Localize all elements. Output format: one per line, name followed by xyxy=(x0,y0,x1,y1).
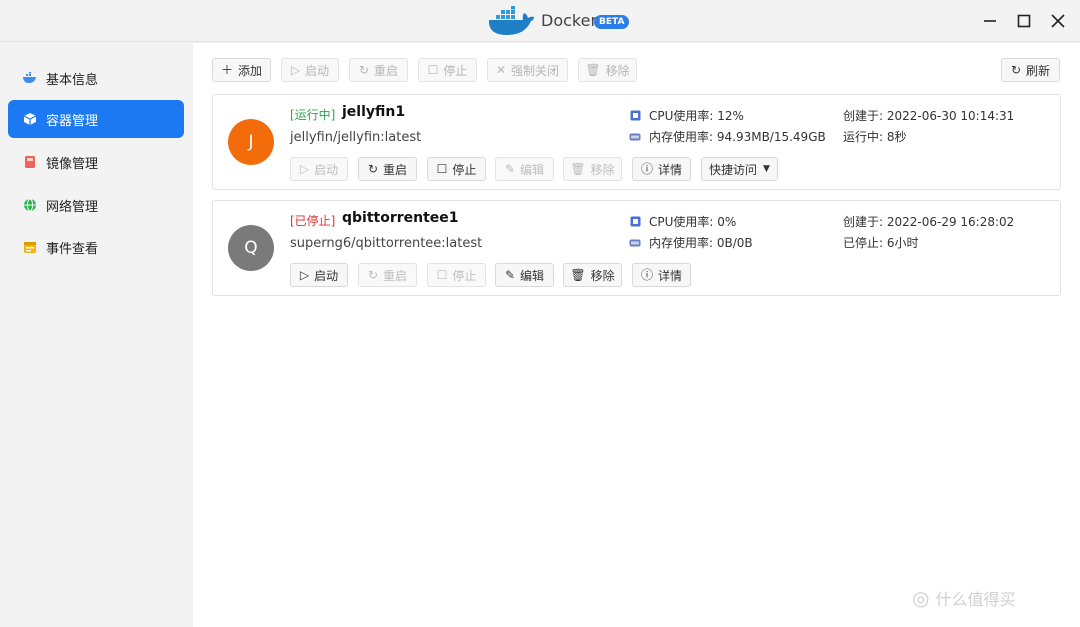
add-button[interactable]: ＋ 添加 xyxy=(212,58,271,82)
avatar: J xyxy=(228,119,274,165)
trash-icon: 🗑 xyxy=(585,63,601,77)
docker-whale-icon xyxy=(23,71,37,85)
memory-icon xyxy=(629,237,641,249)
sidebar: 基本信息 容器管理 镜像管理 网络管理 事件查看 xyxy=(0,43,193,627)
sidebar-item-image-management[interactable]: 镜像管理 xyxy=(8,143,184,181)
close-icon xyxy=(1051,14,1065,28)
created-time: 创建于: 2022-06-30 10:14:31 xyxy=(843,109,1015,123)
start-button[interactable]: ▷ 启动 xyxy=(290,157,348,181)
sidebar-item-label: 事件查看 xyxy=(46,241,99,257)
cpu-icon xyxy=(629,216,641,228)
main-content: ＋ 添加 ▷ 启动 ↻ 重启 ☐ 停止 ✕ 强制关闭 🗑 移除 ↻ 刷新 J [… xyxy=(193,43,1080,627)
status-badge: [运行中] xyxy=(290,108,336,122)
plus-icon: ＋ xyxy=(220,63,233,77)
restart-icon: ↻ xyxy=(367,268,379,282)
container-name[interactable]: jellyfin1 xyxy=(342,104,405,120)
sidebar-item-label: 镜像管理 xyxy=(46,156,99,172)
info-icon: ⓘ xyxy=(640,162,653,176)
cpu-usage: CPU使用率: 0% xyxy=(629,213,736,230)
stop-icon: ☐ xyxy=(436,162,448,176)
restart-all-button[interactable]: ↻ 重启 xyxy=(349,58,408,82)
restart-button[interactable]: ↻ 重启 xyxy=(358,263,417,287)
title-bar: Docker BETA xyxy=(0,0,1080,42)
minimize-button[interactable] xyxy=(978,9,1002,33)
restart-button[interactable]: ↻ 重启 xyxy=(358,157,417,181)
edit-icon: ✎ xyxy=(504,268,516,282)
trash-icon: 🗑 xyxy=(570,162,586,176)
sidebar-item-network-management[interactable]: 网络管理 xyxy=(8,186,184,224)
start-all-button[interactable]: ▷ 启动 xyxy=(281,58,339,82)
sidebar-item-label: 容器管理 xyxy=(46,113,99,129)
image-icon xyxy=(23,155,37,169)
calendar-icon xyxy=(23,240,37,254)
trash-icon: 🗑 xyxy=(570,268,586,282)
sidebar-item-container-management[interactable]: 容器管理 xyxy=(8,100,184,138)
force-close-button[interactable]: ✕ 强制关闭 xyxy=(487,58,568,82)
maximize-button[interactable] xyxy=(1012,9,1036,33)
maximize-icon xyxy=(1017,14,1031,28)
sidebar-item-basic-info[interactable]: 基本信息 xyxy=(8,59,184,97)
edit-button[interactable]: ✎ 编辑 xyxy=(495,157,554,181)
sidebar-item-label: 网络管理 xyxy=(46,199,99,215)
beta-badge: BETA xyxy=(594,15,630,29)
cpu-icon xyxy=(629,110,641,122)
cube-icon xyxy=(23,112,37,126)
minimize-icon xyxy=(984,20,996,22)
details-button[interactable]: ⓘ 详情 xyxy=(632,263,691,287)
stop-icon: ☐ xyxy=(436,268,448,282)
docker-whale-logo xyxy=(489,6,534,35)
remove-button[interactable]: 🗑 移除 xyxy=(563,263,622,287)
globe-icon xyxy=(23,198,37,212)
memory-usage: 内存使用率: 94.93MB/15.49GB xyxy=(629,128,826,145)
memory-usage: 内存使用率: 0B/0B xyxy=(629,234,753,251)
sidebar-item-label: 基本信息 xyxy=(46,72,99,88)
remove-all-button[interactable]: 🗑 移除 xyxy=(578,58,637,82)
container-name[interactable]: qbittorrentee1 xyxy=(342,210,459,226)
start-button[interactable]: ▷ 启动 xyxy=(290,263,348,287)
stop-all-button[interactable]: ☐ 停止 xyxy=(418,58,477,82)
cpu-usage: CPU使用率: 12% xyxy=(629,107,744,124)
uptime: 运行中: 8秒 xyxy=(843,130,907,144)
remove-button[interactable]: 🗑 移除 xyxy=(563,157,622,181)
container-image: jellyfin/jellyfin:latest xyxy=(290,130,422,145)
refresh-icon: ↻ xyxy=(1010,63,1022,77)
play-icon: ▷ xyxy=(299,268,310,282)
stop-button[interactable]: ☐ 停止 xyxy=(427,263,486,287)
caret-down-icon: ▼ xyxy=(763,164,770,174)
stop-icon: ☐ xyxy=(427,63,439,77)
play-icon: ▷ xyxy=(299,162,310,176)
watermark-logo-icon: ◎ xyxy=(912,586,930,610)
container-image: superng6/qbittorrentee:latest xyxy=(290,236,483,251)
stop-button[interactable]: ☐ 停止 xyxy=(427,157,486,181)
avatar: Q xyxy=(228,225,274,271)
close-button[interactable] xyxy=(1046,9,1070,33)
edit-icon: ✎ xyxy=(504,162,516,176)
container-card[interactable]: J [运行中] jellyfin1 jellyfin/jellyfin:late… xyxy=(212,94,1061,190)
uptime: 已停止: 6小时 xyxy=(843,236,919,250)
quick-access-dropdown[interactable]: 快捷访问 ▼ xyxy=(701,157,778,181)
play-icon: ▷ xyxy=(290,63,301,77)
refresh-button[interactable]: ↻ 刷新 xyxy=(1001,58,1060,82)
edit-button[interactable]: ✎ 编辑 xyxy=(495,263,554,287)
status-badge: [已停止] xyxy=(290,214,336,228)
created-time: 创建于: 2022-06-29 16:28:02 xyxy=(843,215,1015,229)
app-title: Docker xyxy=(541,11,598,30)
x-icon: ✕ xyxy=(495,63,507,77)
container-card[interactable]: Q [已停止] qbittorrentee1 superng6/qbittorr… xyxy=(212,200,1061,296)
watermark: ◎ 什么值得买 xyxy=(912,586,1016,610)
details-button[interactable]: ⓘ 详情 xyxy=(632,157,691,181)
memory-icon xyxy=(629,131,641,143)
restart-icon: ↻ xyxy=(367,162,379,176)
sidebar-item-event-viewer[interactable]: 事件查看 xyxy=(8,228,184,266)
info-icon: ⓘ xyxy=(640,268,653,282)
restart-icon: ↻ xyxy=(358,63,370,77)
